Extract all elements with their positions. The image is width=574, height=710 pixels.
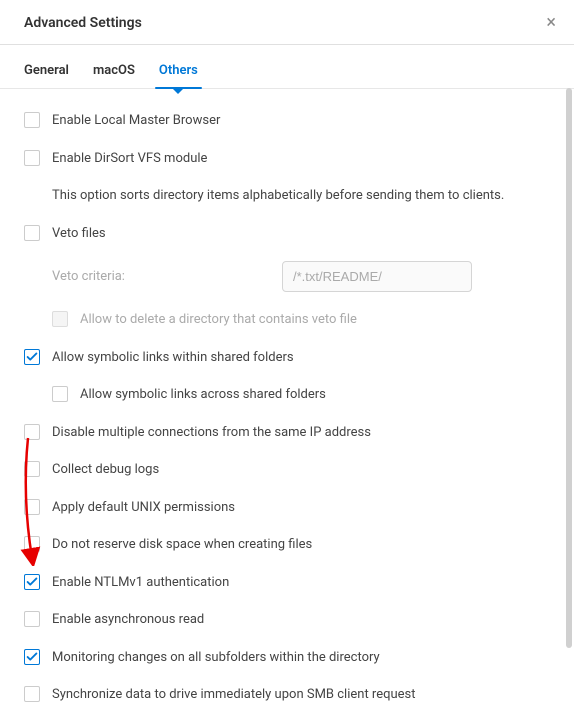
checkbox-sync-smb[interactable] [24, 686, 40, 702]
checkbox-symlinks-within[interactable] [24, 349, 40, 365]
tab-others[interactable]: Others [159, 63, 198, 88]
checkbox-veto-files[interactable] [24, 225, 40, 241]
option-disable-multi: Disable multiple connections from the sa… [24, 423, 550, 443]
option-monitor-subfolders: Monitoring changes on all subfolders wit… [24, 648, 550, 668]
option-dirsort: Enable DirSort VFS module [24, 149, 550, 169]
dialog-title: Advanced Settings [24, 15, 142, 31]
option-symlinks-across: Allow symbolic links across shared folde… [24, 385, 550, 405]
option-sync-smb: Synchronize data to drive immediately up… [24, 685, 550, 704]
label-dirsort: Enable DirSort VFS module [52, 149, 207, 169]
label-ntlmv1: Enable NTLMv1 authentication [52, 573, 229, 593]
option-veto-allow-delete: Allow to delete a directory that contain… [24, 310, 550, 330]
label-debug-logs: Collect debug logs [52, 460, 159, 480]
checkbox-symlinks-across[interactable] [52, 386, 68, 402]
veto-criteria-row: Veto criteria: [24, 261, 550, 292]
checkbox-dirsort[interactable] [24, 150, 40, 166]
option-async-read: Enable asynchronous read [24, 610, 550, 630]
option-no-reserve: Do not reserve disk space when creating … [24, 535, 550, 555]
label-sync-smb: Synchronize data to drive immediately up… [52, 685, 416, 704]
option-ntlmv1: Enable NTLMv1 authentication [24, 573, 550, 593]
checkbox-unix-perms[interactable] [24, 499, 40, 515]
checkbox-ntlmv1[interactable] [24, 574, 40, 590]
label-veto-files: Veto files [52, 224, 106, 244]
close-icon[interactable]: × [546, 14, 556, 32]
label-local-master-browser: Enable Local Master Browser [52, 111, 220, 131]
option-unix-perms: Apply default UNIX permissions [24, 498, 550, 518]
label-unix-perms: Apply default UNIX permissions [52, 498, 235, 518]
tabs-bar: General macOS Others [0, 45, 574, 89]
dialog-header: Advanced Settings × [0, 0, 574, 45]
label-async-read: Enable asynchronous read [52, 610, 204, 630]
tab-general[interactable]: General [24, 63, 69, 88]
tab-macos[interactable]: macOS [93, 63, 135, 88]
label-no-reserve: Do not reserve disk space when creating … [52, 535, 312, 555]
label-disable-multi: Disable multiple connections from the sa… [52, 423, 371, 443]
settings-content: Enable Local Master Browser Enable DirSo… [0, 89, 574, 704]
checkbox-local-master-browser[interactable] [24, 112, 40, 128]
checkbox-no-reserve[interactable] [24, 536, 40, 552]
checkbox-async-read[interactable] [24, 611, 40, 627]
checkbox-veto-allow-delete [52, 311, 68, 327]
option-debug-logs: Collect debug logs [24, 460, 550, 480]
option-veto-files: Veto files [24, 224, 550, 244]
option-symlinks-within: Allow symbolic links within shared folde… [24, 348, 550, 368]
veto-criteria-label: Veto criteria: [52, 269, 282, 284]
checkbox-monitor-subfolders[interactable] [24, 649, 40, 665]
label-monitor-subfolders: Monitoring changes on all subfolders wit… [52, 648, 380, 668]
label-veto-allow-delete: Allow to delete a directory that contain… [80, 310, 357, 330]
label-symlinks-across: Allow symbolic links across shared folde… [80, 385, 326, 405]
option-local-master-browser: Enable Local Master Browser [24, 111, 550, 131]
checkbox-debug-logs[interactable] [24, 461, 40, 477]
label-symlinks-within: Allow symbolic links within shared folde… [52, 348, 294, 368]
veto-criteria-input[interactable] [282, 261, 472, 292]
checkbox-disable-multi[interactable] [24, 424, 40, 440]
scrollbar-track[interactable] [566, 88, 572, 698]
scrollbar-thumb[interactable] [566, 88, 572, 648]
dirsort-description: This option sorts directory items alphab… [24, 186, 550, 206]
